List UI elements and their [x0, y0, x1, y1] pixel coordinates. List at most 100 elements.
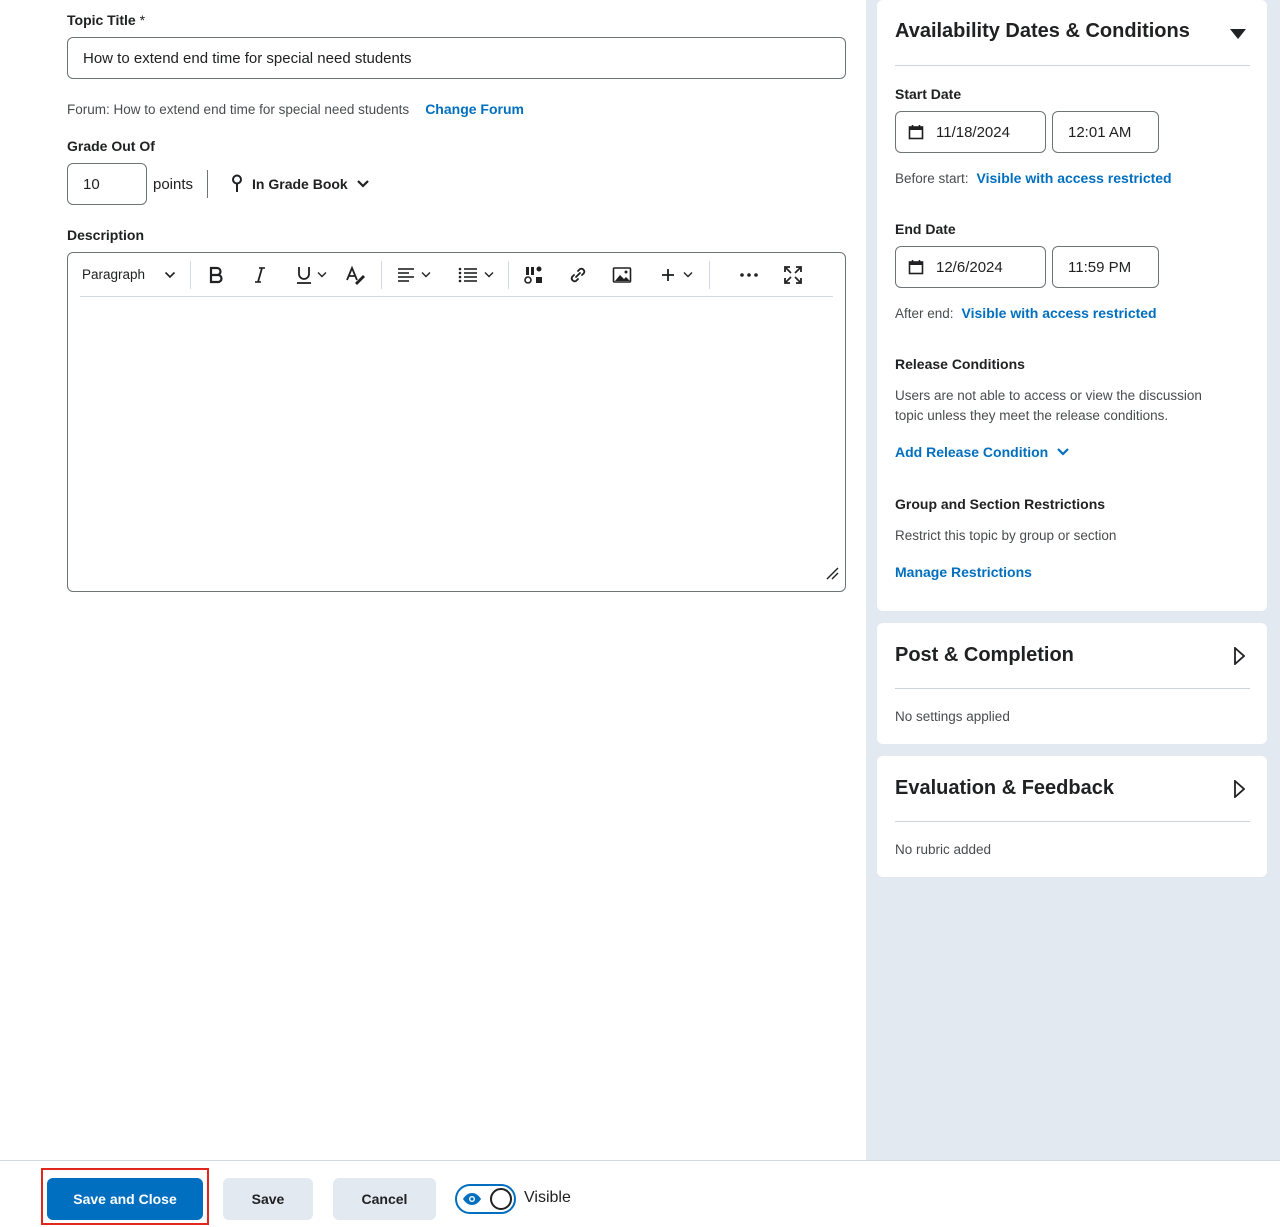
- visibility-toggle[interactable]: [455, 1184, 516, 1214]
- card-divider: [895, 65, 1250, 66]
- evaluation-feedback-title: Evaluation & Feedback: [895, 777, 1114, 799]
- save-and-close-button[interactable]: Save and Close: [47, 1178, 203, 1220]
- card-divider: [895, 821, 1250, 822]
- fullscreen-icon: [784, 265, 802, 284]
- more-options-button[interactable]: [734, 259, 764, 291]
- post-completion-status: No settings applied: [895, 709, 1010, 724]
- description-editor[interactable]: Paragraph: [67, 252, 846, 592]
- forum-text: Forum: How to extend end time for specia…: [67, 101, 410, 117]
- collapse-triangle-icon[interactable]: [1229, 27, 1247, 45]
- more-icon: [740, 272, 758, 277]
- chevron-down-icon: [1057, 448, 1070, 456]
- chevron-down-icon: [421, 272, 431, 278]
- start-date-label: Start Date: [895, 86, 962, 102]
- topic-title-value: How to extend end time for special need …: [83, 49, 412, 67]
- paragraph-style-label: Paragraph: [82, 267, 146, 282]
- before-start-link[interactable]: Visible with access restricted: [977, 170, 1172, 186]
- list-button[interactable]: [454, 259, 498, 291]
- points-label: points: [153, 175, 194, 193]
- footer-action-bar: Save and Close Save Cancel Visible: [0, 1160, 1280, 1227]
- post-completion-title: Post & Completion: [895, 644, 1074, 666]
- release-desc-line-2: topic unless they meet the release condi…: [895, 408, 1169, 423]
- end-time-value: 11:59 PM: [1068, 258, 1132, 276]
- insert-link-button[interactable]: [563, 259, 593, 291]
- expand-triangle-icon[interactable]: [1233, 778, 1246, 803]
- chevron-down-icon: [356, 179, 370, 189]
- evaluation-feedback-status: No rubric added: [895, 842, 992, 857]
- grade-out-of-label: Grade Out Of: [67, 138, 155, 154]
- fullscreen-button[interactable]: [778, 259, 808, 291]
- after-end-link[interactable]: Visible with access restricted: [962, 305, 1157, 321]
- topic-title-input[interactable]: How to extend end time for special need …: [67, 37, 846, 79]
- toggle-knob: [490, 1188, 512, 1210]
- start-date-input[interactable]: 11/18/2024: [895, 111, 1046, 153]
- insert-stuff-button[interactable]: [655, 259, 699, 291]
- grade-book-dropdown[interactable]: In Grade Book: [230, 174, 370, 194]
- add-release-condition-button[interactable]: Add Release Condition: [895, 444, 1070, 460]
- bold-button[interactable]: [201, 259, 231, 291]
- insert-element-button[interactable]: [519, 259, 549, 291]
- link-icon: [570, 267, 586, 282]
- grade-points-input[interactable]: 10: [67, 163, 147, 205]
- divider: [207, 170, 209, 198]
- before-start-label: Before start:: [895, 170, 969, 186]
- editor-toolbar: Paragraph: [80, 253, 833, 297]
- availability-card: Availability Dates & Conditions Start Da…: [877, 0, 1267, 611]
- after-end-row: After end: Visible with access restricte…: [895, 305, 1157, 321]
- paragraph-style-dropdown[interactable]: Paragraph: [80, 259, 180, 291]
- start-time-input[interactable]: 12:01 AM: [1052, 111, 1159, 153]
- bold-icon: [209, 266, 223, 283]
- align-left-icon: [398, 267, 414, 282]
- group-restrictions-title: Group and Section Restrictions: [895, 496, 1106, 512]
- text-color-icon: [346, 265, 365, 285]
- evaluation-feedback-card[interactable]: Evaluation & Feedback No rubric added: [877, 756, 1267, 877]
- cancel-button[interactable]: Cancel: [333, 1178, 436, 1220]
- toolbar-divider: [709, 260, 710, 289]
- bullet-list-icon: [458, 267, 477, 282]
- toolbar-divider: [381, 260, 382, 289]
- post-completion-card[interactable]: Post & Completion No settings applied: [877, 623, 1267, 744]
- card-divider: [895, 688, 1250, 689]
- italic-button[interactable]: [245, 259, 275, 291]
- grade-points-value: 10: [83, 175, 100, 193]
- required-mark: *: [139, 12, 146, 28]
- pin-icon: [230, 174, 244, 194]
- release-conditions-title: Release Conditions: [895, 356, 1025, 372]
- italic-icon: [255, 266, 265, 283]
- release-conditions-description: Users are not able to access or view the…: [895, 386, 1202, 426]
- end-date-input[interactable]: 12/6/2024: [895, 246, 1046, 288]
- group-restrictions-description: Restrict this topic by group or section: [895, 528, 1117, 543]
- after-end-label: After end:: [895, 305, 954, 321]
- chevron-down-icon: [683, 272, 693, 278]
- availability-title: Availability Dates & Conditions: [895, 20, 1190, 42]
- calendar-icon: [908, 260, 924, 275]
- topic-title-label-text: Topic Title: [67, 12, 136, 28]
- settings-panel: Availability Dates & Conditions Start Da…: [866, 0, 1280, 1160]
- start-time-value: 12:01 AM: [1068, 123, 1132, 141]
- release-desc-line-1: Users are not able to access or view the…: [895, 388, 1202, 403]
- topic-title-label: Topic Title *: [67, 12, 145, 28]
- topic-form: Topic Title * How to extend end time for…: [0, 0, 866, 1160]
- toolbar-divider: [190, 260, 191, 289]
- description-label: Description: [67, 227, 145, 243]
- manage-restrictions-link[interactable]: Manage Restrictions: [895, 564, 1032, 580]
- align-button[interactable]: [392, 259, 436, 291]
- toolbar-divider: [508, 260, 509, 289]
- before-start-row: Before start: Visible with access restri…: [895, 170, 1172, 186]
- chevron-down-icon: [317, 272, 327, 278]
- end-time-input[interactable]: 11:59 PM: [1052, 246, 1159, 288]
- start-date-value: 11/18/2024: [936, 123, 1010, 141]
- calendar-icon: [908, 125, 924, 140]
- image-icon: [612, 266, 632, 283]
- end-date-value: 12/6/2024: [936, 258, 1003, 276]
- add-release-condition-label: Add Release Condition: [895, 444, 1049, 460]
- underline-button[interactable]: [289, 259, 333, 291]
- expand-triangle-icon[interactable]: [1233, 645, 1246, 670]
- end-date-label: End Date: [895, 221, 956, 237]
- text-color-button[interactable]: [341, 259, 371, 291]
- forum-line: Forum: How to extend end time for specia…: [67, 101, 524, 117]
- change-forum-link[interactable]: Change Forum: [425, 101, 524, 117]
- insert-image-button[interactable]: [607, 259, 637, 291]
- resize-handle-icon[interactable]: [825, 566, 839, 585]
- save-button[interactable]: Save: [223, 1178, 313, 1220]
